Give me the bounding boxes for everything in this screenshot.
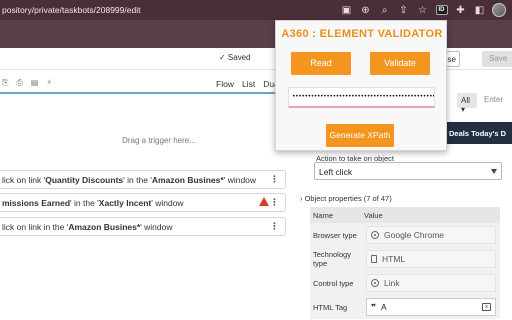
property-name: Technology type <box>313 250 351 268</box>
action-text: ' window <box>140 222 173 232</box>
category-label: All <box>461 96 470 105</box>
action-window: Amazon Busines* <box>151 175 224 185</box>
property-value: Google Chrome <box>384 230 445 240</box>
action-text: lick on link in the ' <box>2 222 69 232</box>
webpage-preview: All ▾ Enter Deals Today's D <box>443 90 512 146</box>
chevron-down-icon <box>491 169 497 174</box>
action-window: Amazon Busines* <box>68 222 141 232</box>
variable-icon[interactable]: x <box>482 303 491 311</box>
table-row: HTML Tag ❞ Ax <box>310 295 500 319</box>
property-name: Browser type <box>313 230 357 240</box>
read-button[interactable]: Read <box>291 52 351 75</box>
browser-toolbar: pository/private/taskbots/208999/edit ▣ … <box>0 0 512 20</box>
avatar <box>491 3 506 17</box>
validate-button[interactable]: Validate <box>370 52 430 75</box>
webpage-nav[interactable]: Deals Today's D <box>443 122 512 144</box>
more-options-icon[interactable]: ⋮ <box>270 197 279 208</box>
address-bar[interactable]: pository/private/taskbots/208999/edit <box>0 5 337 15</box>
property-value: Link <box>384 278 400 288</box>
element-validator-extension-icon[interactable]: ID <box>432 0 451 20</box>
paste-icon[interactable]: ▤ <box>31 78 39 88</box>
install-app-icon[interactable]: ⊕ <box>356 0 375 20</box>
action-window: Xactly Incent <box>98 198 152 208</box>
action-text: lick on link ' <box>2 175 46 185</box>
profile-avatar[interactable] <box>489 0 508 20</box>
properties-table: Name Value Browser type Google Chrome Te… <box>310 207 500 319</box>
column-name-header: Name <box>313 210 334 220</box>
property-value: HTML <box>382 254 406 264</box>
canvas-tool-icons: ⎘ ⎙ ▤ ⚡ <box>2 78 52 88</box>
more-options-icon[interactable]: ⋮ <box>270 221 279 232</box>
copy-icon[interactable]: ⎘ <box>2 78 8 88</box>
clipboard-icon[interactable]: ▣ <box>337 0 356 20</box>
category-dropdown[interactable]: All ▾ <box>457 93 477 114</box>
save-button[interactable]: Save <box>482 51 512 67</box>
action-select[interactable]: Left click <box>314 162 502 180</box>
more-options-icon[interactable]: ⋮ <box>270 174 279 185</box>
property-value: A <box>381 302 387 312</box>
xpath-input[interactable]: ••••••••••••••••••••••••••••••••••••••••… <box>288 87 435 108</box>
property-name: HTML Tag <box>313 302 348 312</box>
property-value-field: Google Chrome <box>366 226 496 244</box>
html-icon <box>371 255 377 263</box>
action-text: ' window <box>223 175 257 185</box>
search-input[interactable]: Enter <box>484 95 503 104</box>
tab-list[interactable]: List <box>242 79 255 89</box>
action-row[interactable]: lick on link in the 'Amazon Busines*' wi… <box>0 217 286 236</box>
action-target: Quantity Discounts <box>45 175 124 185</box>
action-row[interactable]: lick on link 'Quantity Discounts' in the… <box>0 170 286 189</box>
property-name: Control type <box>313 278 354 288</box>
action-text: ' window <box>151 198 184 208</box>
popup-title: A360 : ELEMENT VALIDATOR <box>281 28 443 40</box>
action-select-value: Left click <box>319 167 353 177</box>
element-validator-popup: A360 : ELEMENT VALIDATOR Read Validate •… <box>275 20 447 151</box>
link-icon <box>371 279 379 287</box>
action-text: ' in the ' <box>70 198 99 208</box>
extensions-puzzle-icon[interactable]: ✚ <box>451 0 470 20</box>
object-properties-label: Object properties (7 of 47) <box>304 194 392 203</box>
disable-icon[interactable]: ⚡ <box>46 78 52 88</box>
html-tag-input[interactable]: ❞ Ax <box>366 298 496 316</box>
column-value-header: Value <box>364 210 383 220</box>
action-target: missions Earned <box>2 198 71 208</box>
table-row: Browser type Google Chrome <box>310 223 500 247</box>
saved-status: ✓ Saved <box>219 53 251 62</box>
webpage-search-bar: All ▾ Enter <box>443 90 512 114</box>
tab-flow[interactable]: Flow <box>216 79 234 89</box>
generate-xpath-button[interactable]: Generate XPath <box>326 124 394 147</box>
quote-icon: ❞ <box>371 301 376 312</box>
action-text: ' in the ' <box>123 175 152 185</box>
zoom-icon[interactable]: ⌕ <box>375 0 394 20</box>
property-value-field: HTML <box>366 250 496 268</box>
table-row: Technology type HTML <box>310 247 500 271</box>
object-properties-toggle[interactable]: › Object properties (7 of 47) <box>300 194 392 203</box>
trigger-drop-zone[interactable]: Drag a trigger here... <box>0 96 290 166</box>
chrome-icon <box>371 231 379 239</box>
warning-icon <box>259 197 269 206</box>
table-row: Control type Link <box>310 271 500 295</box>
bookmark-star-icon[interactable]: ☆ <box>413 0 432 20</box>
sidebar-icon[interactable]: ◧ <box>470 0 489 20</box>
share-icon[interactable]: ⇪ <box>394 0 413 20</box>
view-tabs: Flow List Dua <box>216 79 279 89</box>
attach-icon[interactable]: ⎙ <box>16 78 22 88</box>
table-header: Name Value <box>310 207 500 223</box>
property-value-field: Link <box>366 274 496 292</box>
canvas-toolbar: ⎘ ⎙ ▤ ⚡ Flow List Dua <box>0 74 290 94</box>
action-row[interactable]: missions Earned' in the 'Xactly Incent' … <box>0 193 286 212</box>
browser-icons: ▣ ⊕ ⌕ ⇪ ☆ ID ✚ ◧ <box>337 0 512 20</box>
